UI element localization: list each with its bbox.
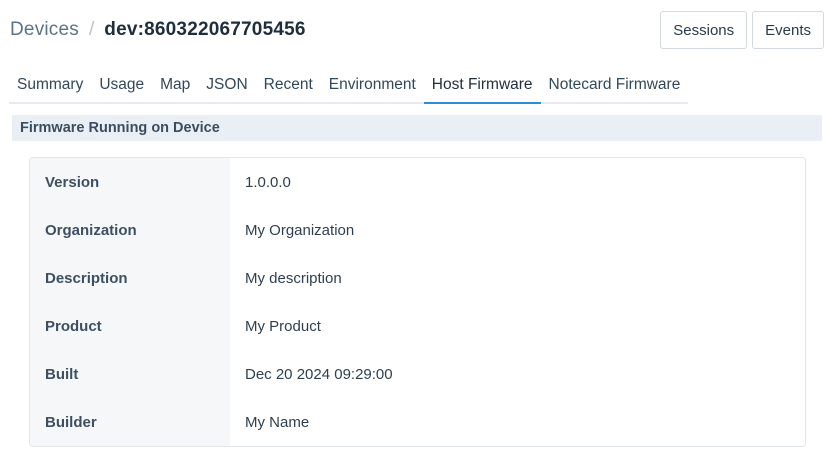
events-button[interactable]: Events (752, 11, 824, 49)
field-label: Version (45, 173, 100, 191)
tab-notecard-firmware[interactable]: Notecard Firmware (541, 67, 689, 102)
field-label: Builder (45, 413, 97, 431)
table-row: Builder (30, 398, 230, 446)
table-row: My Product (230, 302, 805, 350)
tab-recent[interactable]: Recent (256, 67, 321, 102)
product-value: My Product (245, 317, 321, 335)
tab-host-firmware[interactable]: Host Firmware (423, 67, 541, 104)
breadcrumb-separator: / (88, 19, 95, 40)
table-row: My Name (230, 398, 805, 446)
description-value: My description (245, 269, 342, 287)
firmware-details-table: Version Organization Description Product… (29, 157, 806, 447)
table-row: Description (30, 254, 230, 302)
table-row: Organization (30, 206, 230, 254)
field-label: Organization (45, 221, 137, 239)
breadcrumb: Devices / dev:860322067705456 (10, 14, 306, 46)
built-value: Dec 20 2024 09:29:00 (245, 365, 393, 383)
tab-json[interactable]: JSON (198, 67, 255, 102)
section-header: Firmware Running on Device (12, 115, 822, 141)
device-tabs: Summary Usage Map JSON Recent Environmen… (9, 67, 689, 104)
organization-value: My Organization (245, 221, 355, 239)
tab-environment[interactable]: Environment (321, 67, 424, 102)
section-title: Firmware Running on Device (20, 120, 220, 136)
tab-summary[interactable]: Summary (9, 67, 91, 102)
table-row: My Organization (230, 206, 805, 254)
header-actions: Sessions Events (660, 11, 824, 49)
sessions-button[interactable]: Sessions (660, 11, 748, 49)
breadcrumb-devices-link[interactable]: Devices (10, 19, 79, 41)
table-row: Version (30, 158, 230, 206)
version-value: 1.0.0.0 (245, 173, 291, 191)
tab-map[interactable]: Map (152, 67, 198, 102)
label-column: Version Organization Description Product… (30, 158, 230, 446)
value-column: 1.0.0.0 My Organization My description M… (230, 158, 805, 446)
page-title-device-id: dev:860322067705456 (104, 19, 306, 40)
table-row: Dec 20 2024 09:29:00 (230, 350, 805, 398)
table-row: Built (30, 350, 230, 398)
table-row: My description (230, 254, 805, 302)
tab-usage[interactable]: Usage (91, 67, 152, 102)
field-label: Product (45, 317, 102, 335)
field-label: Description (45, 269, 128, 287)
table-row: Product (30, 302, 230, 350)
field-label: Built (45, 365, 79, 383)
table-row: 1.0.0.0 (230, 158, 805, 206)
builder-value: My Name (245, 413, 310, 431)
